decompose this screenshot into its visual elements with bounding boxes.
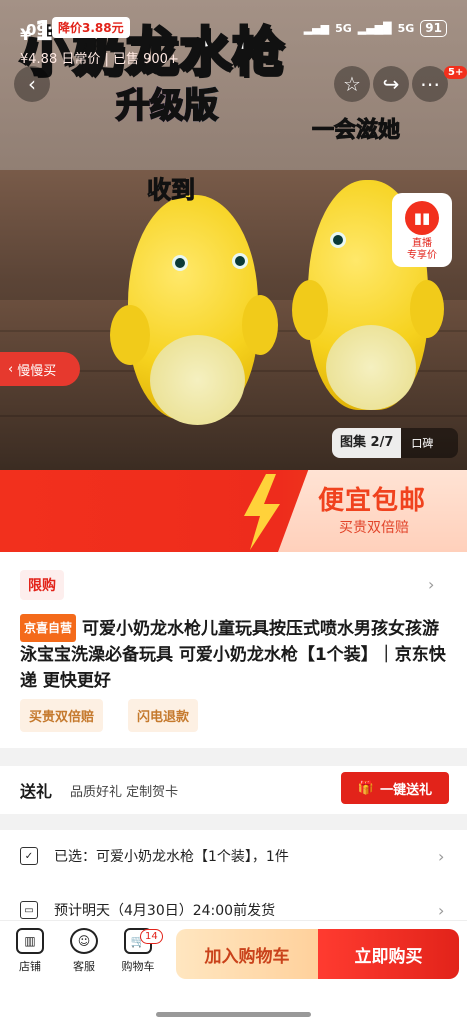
service-tag-flash-refund[interactable]: 闪电退款 bbox=[128, 699, 199, 732]
image-caption-left: 收到 bbox=[147, 176, 196, 205]
add-to-cart-button[interactable]: 加入购物车 bbox=[176, 929, 318, 979]
service-tag-price-guarantee[interactable]: 买贵双倍赔 bbox=[20, 699, 104, 732]
cart-count-badge: 14 bbox=[140, 929, 163, 944]
chevron-left-icon: ‹ bbox=[28, 72, 36, 96]
price-drop-tag: 降价3.88元 bbox=[52, 17, 130, 38]
chevron-right-icon[interactable]: › bbox=[438, 847, 444, 866]
send-gift-button[interactable]: 🎁 一键送礼 bbox=[341, 772, 449, 804]
network-label-2: 5G bbox=[397, 22, 415, 35]
limit-purchase-tag[interactable]: 限购 bbox=[20, 570, 64, 600]
live-price-button[interactable]: ▮▮ 直播 专享价 bbox=[392, 193, 452, 267]
promo-subtitle: 买贵双倍赔 bbox=[339, 520, 409, 536]
share-icon: ↪ bbox=[382, 72, 400, 96]
reviews-tab[interactable]: 口碑 bbox=[401, 435, 433, 451]
message-badge: 5+ bbox=[444, 66, 467, 79]
store-icon: ▥ bbox=[16, 928, 44, 954]
network-label-1: 5G bbox=[335, 22, 352, 35]
battery-icon: 91 bbox=[420, 20, 447, 37]
home-indicator[interactable] bbox=[156, 1012, 311, 1017]
slow-buy-button[interactable]: ‹ 慢慢买 bbox=[0, 352, 80, 386]
upgrade-label-art: 升级版 bbox=[115, 78, 219, 127]
gallery-count: 图集 2/7 bbox=[332, 428, 402, 458]
smiley-icon: ☺ bbox=[70, 928, 98, 954]
more-dots-icon: ⋯ bbox=[420, 72, 440, 96]
favorite-button[interactable]: ☆ bbox=[334, 66, 370, 102]
promo-title: 便宜包邮 bbox=[318, 486, 427, 516]
delivery-row[interactable]: ▭ 预计明天（4月30日）24:00前发货 bbox=[20, 900, 450, 920]
gift-title: 送礼 bbox=[20, 782, 53, 801]
current-price: ¥ 1 bbox=[20, 14, 54, 47]
truck-icon: ▭ bbox=[20, 901, 38, 919]
gift-description: 品质好礼 定制贺卡 bbox=[70, 785, 179, 800]
chevron-left-icon: ‹ bbox=[8, 361, 14, 377]
chevron-right-icon[interactable]: › bbox=[438, 901, 444, 920]
live-icon: ▮▮ bbox=[405, 201, 439, 235]
store-button[interactable]: ▥ 店铺 bbox=[10, 928, 50, 974]
selected-spec-row[interactable]: ✓ 已选：可爱小奶龙水枪【1个装】，1件 bbox=[20, 846, 450, 866]
product-detail-page: 小奶龙水枪 升级版 一会滋她 收到 09:49 ▂▄▆ 5G ▂▄▆█ 5G 9… bbox=[0, 0, 467, 1027]
star-icon: ☆ bbox=[343, 72, 361, 96]
checklist-icon: ✓ bbox=[20, 847, 38, 865]
gallery-indicator[interactable]: 图集 2/7 口碑 bbox=[332, 428, 458, 458]
live-label: 直播 专享价 bbox=[407, 238, 437, 261]
product-title: 京喜自营 可爱小奶龙水枪儿童玩具按压式喷水男孩女孩游泳宝宝洗澡必备玩具 可爱小奶龙… bbox=[20, 614, 452, 694]
share-button[interactable]: ↪ bbox=[373, 66, 409, 102]
chevron-right-icon[interactable]: › bbox=[428, 575, 434, 594]
back-button[interactable]: ‹ bbox=[14, 66, 50, 102]
gift-box-icon: 🎁 bbox=[357, 780, 375, 796]
customer-service-button[interactable]: ☺ 客服 bbox=[64, 928, 104, 974]
signal-icon: ▂▄▆ bbox=[303, 22, 330, 35]
more-button[interactable]: ⋯ bbox=[412, 66, 448, 102]
image-caption-right: 一会滋她 bbox=[311, 118, 401, 144]
signal-icon-2: ▂▄▆█ bbox=[357, 22, 392, 35]
buy-now-button[interactable]: 立即购买 bbox=[318, 929, 459, 979]
toy-figure-left bbox=[110, 195, 280, 435]
jd-self-operated-tag: 京喜自营 bbox=[20, 614, 77, 642]
price-subline: ¥4.88 日常价 | 已售 900+ bbox=[20, 52, 179, 67]
lightning-icon bbox=[244, 474, 280, 550]
